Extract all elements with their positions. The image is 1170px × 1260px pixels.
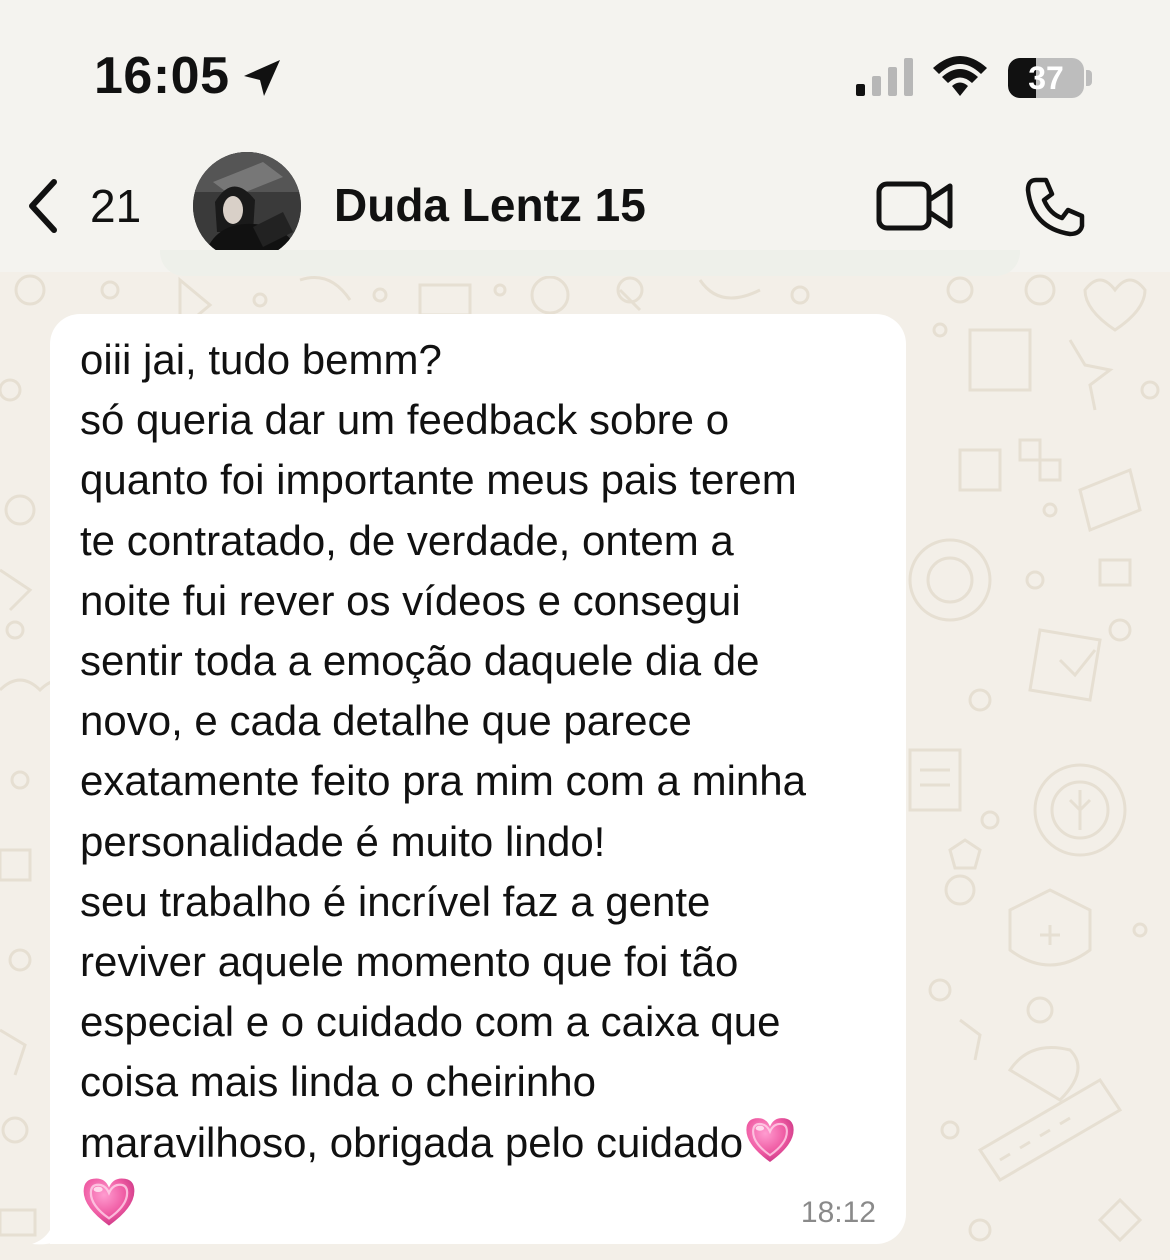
heart-emoji-icon	[83, 1178, 135, 1226]
battery-level: 37	[1028, 60, 1064, 96]
message-line: maravilhoso, obrigada pelo cuidado	[80, 1118, 744, 1166]
message-line: especial e o cuidado com a caixa que	[80, 998, 781, 1046]
message-line: seu trabalho é incrível faz a gente	[80, 877, 711, 925]
message-text: oiii jai, tudo bemm? só queria dar um fe…	[80, 330, 900, 1239]
cellular-signal-icon	[856, 58, 913, 96]
contact-name[interactable]: Duda Lentz 15	[334, 178, 646, 232]
back-button[interactable]: 21	[22, 170, 141, 242]
chevron-left-icon	[29, 179, 57, 233]
video-camera-icon[interactable]	[876, 178, 954, 234]
message-line: coisa mais linda o cheirinho	[80, 1058, 596, 1106]
message-line: reviver aquele momento que foi tão	[80, 938, 739, 986]
battery-nub	[1086, 70, 1092, 86]
message-line: quanto foi importante meus pais terem	[80, 456, 797, 504]
unread-count: 21	[90, 180, 142, 232]
wifi-icon	[933, 56, 987, 96]
location-arrow-icon	[244, 60, 280, 96]
phone-icon[interactable]	[1024, 176, 1086, 238]
message-line: te contratado, de verdade, ontem a	[80, 516, 734, 564]
message-line-with-heart: maravilhoso, obrigada pelo cuidado	[80, 1113, 900, 1173]
message-line: sentir toda a emoção daquele dia de	[80, 637, 760, 685]
status-time: 16:05	[94, 47, 230, 105]
header-shadow	[160, 250, 1020, 276]
message-line: exatamente feito pra mim com a minha	[80, 757, 806, 805]
message-line: personalidade é muito lindo!	[80, 817, 606, 865]
message-timestamp: 18:12	[800, 1196, 876, 1229]
heart-emoji-icon	[746, 1117, 794, 1162]
message-line: noite fui rever os vídeos e consegui	[80, 576, 741, 624]
avatar-photo	[193, 152, 301, 260]
message-line-heart	[80, 1173, 900, 1239]
message-line: oiii jai, tudo bemm?	[80, 336, 442, 383]
message-line: só queria dar um feedback sobre o	[80, 396, 730, 444]
avatar[interactable]	[193, 152, 301, 260]
battery-icon: 37	[1008, 58, 1084, 98]
chat-header: 16:05 37 21 Duda Lentz 15	[0, 0, 1170, 276]
message-line: novo, e cada detalhe que parece	[80, 697, 692, 745]
